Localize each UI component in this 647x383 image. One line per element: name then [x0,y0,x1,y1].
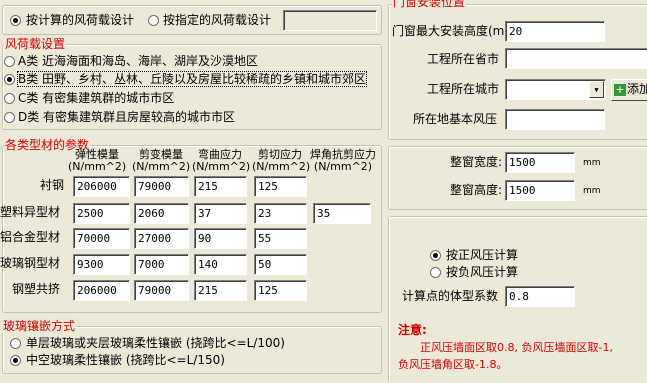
window-height-input[interactable]: 1500 [505,180,575,201]
note-line-1: 正风压墙面区取0.8, 负风压墙面区取-1, [420,341,613,354]
plastic-bending-input[interactable]: 37 [194,203,247,224]
positive-pressure-radio[interactable] [430,250,441,261]
province-label: 工程所在省市 [427,52,500,66]
row-label-plastic-profile: 塑料异型材 [0,205,61,219]
shape-coefficient-label: 计算点的体型系数 [402,289,499,303]
glass-single-radio[interactable] [10,338,21,349]
plastic-shear-mod-input[interactable]: 2060 [134,203,189,224]
wind-load-b-radio[interactable] [4,74,15,85]
glass-insulated-radio[interactable] [10,355,21,366]
window-width-unit: mm [583,158,601,168]
note-line-2: 负风压墙角区取-1.8。 [398,358,508,371]
fiberglass-shear-mod-input[interactable]: 7000 [134,254,189,275]
wind-load-title: 风荷载设置 [4,37,67,51]
header-shear-modulus: 剪变模量 (N/mm^2) [132,148,191,173]
location-title: 门窗安装位置 [392,0,467,9]
negative-pressure-label: 按负风压计算 [446,265,519,279]
specified-wind-load-input[interactable] [283,10,377,31]
province-input[interactable] [505,48,647,69]
row-label-fiberglass-profile: 玻璃钢型材 [0,256,61,270]
calc-mode-specified-label: 按指定的风荷载设计 [163,13,272,27]
row-label-steel-plastic-coextruded: 钢塑共挤 [12,282,61,296]
header-shear-stress: 剪切应力 (N/mm^2) [252,148,311,173]
add-city-button[interactable]: +添加 [611,79,647,101]
fiberglass-shear-stress-input[interactable]: 50 [254,254,307,275]
glass-insulated-label: 中空玻璃柔性镶嵌 (挠跨比<=L/150) [26,353,225,367]
note-title: 注意: [398,323,427,337]
row-label-liner-steel: 衬钢 [40,178,65,192]
coextruded-bending-input[interactable]: 215 [194,280,247,301]
wind-load-a-radio[interactable] [4,56,15,67]
city-label: 工程所在城市 [427,82,500,96]
negative-pressure-radio[interactable] [430,267,441,278]
window-height-label: 整窗高度: [450,183,503,197]
plastic-weld-shear-input[interactable]: 35 [313,203,371,224]
window-width-input[interactable]: 1500 [505,152,575,173]
aluminum-elastic-input[interactable]: 70000 [73,228,130,249]
fiberglass-elastic-input[interactable]: 9300 [73,254,130,275]
row-label-aluminum-profile: 铝合金型材 [0,230,61,244]
add-city-label: 添加 [627,82,647,96]
header-bending-stress: 弯曲应力 (N/mm^2) [192,148,251,173]
calc-mode-computed-label: 按计算的风荷载设计 [26,13,135,27]
header-elastic-modulus: 弹性模量 (N/mm^2) [68,148,127,173]
window-height-unit: mm [583,186,601,196]
liner-steel-shear-mod-input[interactable]: 79000 [134,176,189,197]
wind-load-d-label: D类 有密集建筑群且房屋较高的城市市区 [18,110,236,124]
aluminum-shear-mod-input[interactable]: 27000 [134,228,189,249]
wind-load-b-label: B类 田野、乡村、丛林、丘陵以及房屋比较稀疏的乡镇和城市郊区 [16,71,368,87]
city-select[interactable]: ▼ [505,79,606,100]
shape-coefficient-input[interactable]: 0.8 [505,286,575,307]
wind-load-a-label: A类 近海海面和海岛、海岸、湖岸及沙漠地区 [18,54,259,68]
liner-steel-shear-stress-input[interactable]: 125 [254,176,307,197]
liner-steel-elastic-input[interactable]: 206000 [73,176,130,197]
basic-wind-pressure-label: 所在地基本风压 [413,112,498,126]
aluminum-bending-input[interactable]: 90 [194,228,247,249]
calc-mode-computed-radio[interactable] [10,15,21,26]
coextruded-shear-stress-input[interactable]: 125 [254,280,307,301]
wind-load-d-radio[interactable] [4,112,15,123]
coextruded-shear-mod-input[interactable]: 79000 [134,280,189,301]
positive-pressure-label: 按正风压计算 [446,248,519,262]
plastic-elastic-input[interactable]: 2500 [73,203,130,224]
install-height-label: 门窗最大安装高度(m) [392,24,510,38]
coextruded-elastic-input[interactable]: 206000 [73,280,130,301]
plus-icon: + [614,82,626,96]
aluminum-shear-stress-input[interactable]: 55 [254,228,307,249]
glass-inlay-title: 玻璃镶嵌方式 [2,319,77,333]
wind-load-c-radio[interactable] [4,93,15,104]
plastic-shear-stress-input[interactable]: 23 [254,203,307,224]
glass-single-label: 单层玻璃或夹层玻璃柔性镶嵌 (挠跨比<=L/100) [26,336,285,350]
basic-wind-pressure-input[interactable] [505,109,605,130]
city-dropdown-icon[interactable]: ▼ [589,81,604,98]
liner-steel-bending-input[interactable]: 215 [194,176,247,197]
calc-mode-specified-radio[interactable] [148,15,159,26]
fiberglass-bending-input[interactable]: 140 [194,254,247,275]
header-weld-shear-stress: 焊角抗剪应力(N/mm^2) [310,148,376,173]
install-height-input[interactable]: 20 [505,21,605,42]
window-width-label: 整窗宽度: [450,155,503,169]
wind-load-c-label: C类 有密集建筑群的城市市区 [18,91,175,105]
